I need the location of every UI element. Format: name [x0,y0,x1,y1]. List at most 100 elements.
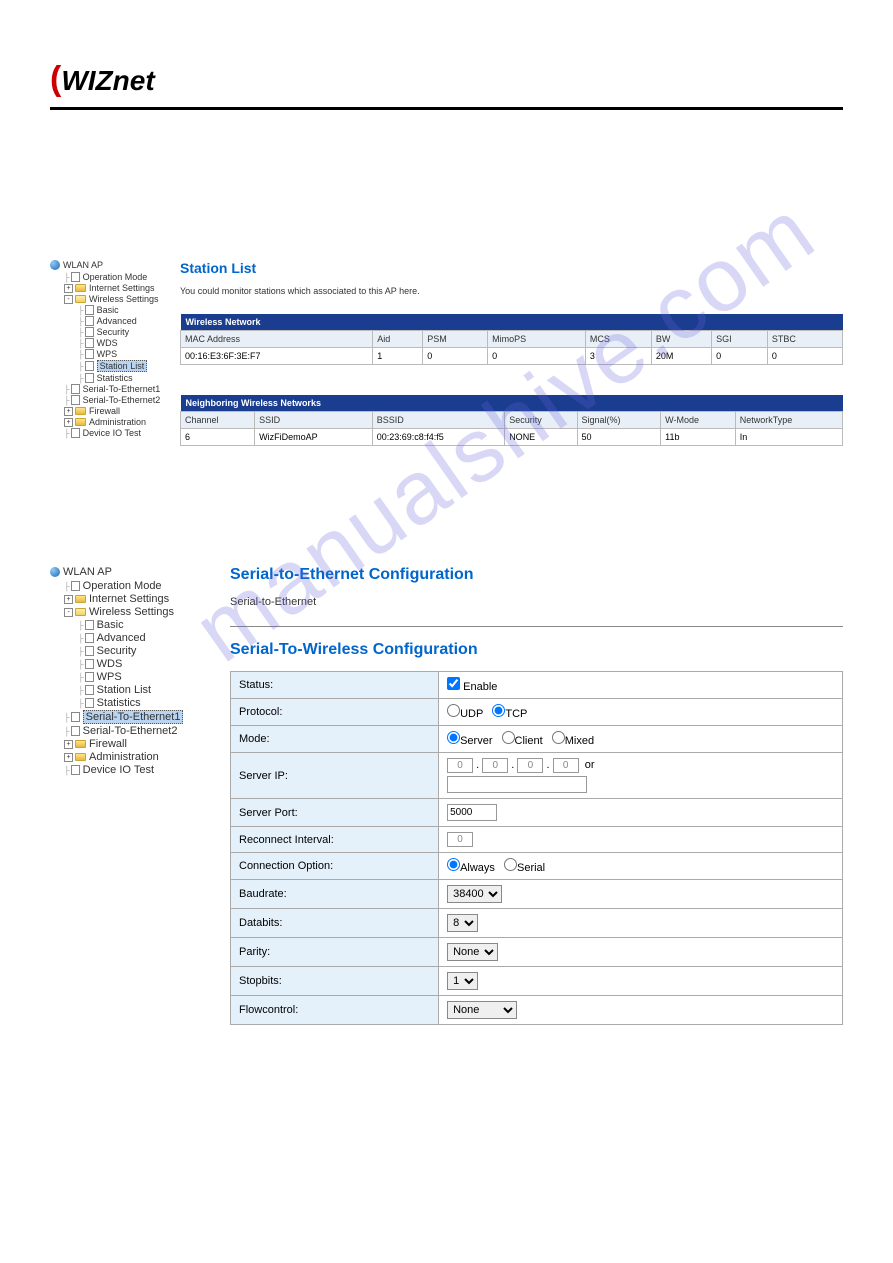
col-header: PSM [423,331,488,348]
tree-item[interactable]: + Administration [50,417,174,427]
logo: (WIZnet [50,60,843,99]
cell: 00:16:E3:6F:3E:F7 [181,348,373,365]
tree-item[interactable]: ├Statistics [50,697,220,709]
databits-select[interactable]: 8 [447,914,478,932]
tree-item[interactable]: ├Basic [50,619,220,631]
expand-icon[interactable]: + [64,418,73,427]
expand-icon[interactable]: + [64,595,73,604]
tree-connector: ├ [78,647,84,656]
tree-item[interactable]: ├Statistics [50,373,174,383]
protocol-label: Protocol: [231,699,439,726]
tree-item[interactable]: +Internet Settings [50,593,220,605]
page-icon [85,698,94,708]
baudrate-label: Baudrate: [231,880,439,909]
tree-item[interactable]: ├Device IO Test [50,764,220,776]
tree-connector: ├ [78,362,84,371]
tree-item[interactable]: -Wireless Settings [50,294,174,304]
tree-item[interactable]: ├Advanced [50,316,174,326]
tree-item[interactable]: +Firewall [50,738,220,750]
tree-item[interactable]: ├Security [50,327,174,337]
tree-item[interactable]: ├ Station List [50,360,174,372]
tree-connector: ├ [64,713,70,722]
tree-connector: ├ [78,634,84,643]
tree-item[interactable]: ├Operation Mode [50,580,220,592]
globe-icon [50,567,60,577]
flowcontrol-select[interactable]: None [447,1001,517,1019]
tree-item[interactable]: ├Operation Mode [50,272,174,282]
neighbor-table-header: Neighboring Wireless Networks [181,395,843,412]
tree-item[interactable]: ├WPS [50,349,174,359]
expand-icon[interactable]: + [64,740,73,749]
expand-icon[interactable]: + [64,753,73,762]
tree-connector: ├ [64,429,70,438]
tree-label: Administration [89,417,146,427]
tree-item[interactable]: ├WDS [50,658,220,670]
tree-item[interactable]: ├WPS [50,671,220,683]
tree-item[interactable]: +Administration [50,751,220,763]
tree-root[interactable]: WLAN AP [50,566,220,578]
col-header: MCS [585,331,651,348]
status-enable-checkbox[interactable] [447,677,460,690]
folder-icon [75,740,86,748]
tree-item[interactable]: -Wireless Settings [50,606,220,618]
tree-label: Station List [97,360,148,372]
tree-root[interactable]: WLAN AP [50,260,174,270]
stopbits-label: Stopbits: [231,967,439,996]
ip-octet-2[interactable] [482,758,508,773]
tree-item[interactable]: ├Basic [50,305,174,315]
tree-connector: ├ [78,306,84,315]
cell: WizFiDemoAP [255,429,373,446]
tree-item[interactable]: ├Serial-To-Ethernet2 [50,395,174,405]
tree-item[interactable]: ├WDS [50,338,174,348]
server-port-input[interactable] [447,804,497,821]
tree-item[interactable]: +Firewall [50,406,174,416]
folder-icon [75,595,86,603]
parity-label: Parity: [231,938,439,967]
expand-icon[interactable]: + [64,284,73,293]
tree-item[interactable]: ├Device IO Test [50,428,174,438]
page-icon [85,672,94,682]
baudrate-select[interactable]: 38400 [447,885,502,903]
folder-open-icon [75,295,86,303]
config-form: Status: Enable Protocol: UDP TCP Mode: [230,671,843,1025]
col-header: STBC [767,331,842,348]
expand-icon[interactable]: - [64,295,73,304]
tree-connector: ├ [78,339,84,348]
tree-item[interactable]: ├Serial-To-Ethernet1 [50,384,174,394]
mode-server-radio[interactable] [447,731,460,744]
page-icon [71,726,80,736]
cell: 0 [488,348,586,365]
ip-octet-3[interactable] [517,758,543,773]
mode-client-radio[interactable] [502,731,515,744]
expand-icon[interactable]: + [64,407,73,416]
tree-item[interactable]: ├Serial-To-Ethernet2 [50,725,220,737]
flowcontrol-label: Flowcontrol: [231,996,439,1025]
tree-label: Security [97,327,130,337]
tree-item[interactable]: ├ Station List [50,684,220,696]
ip-octet-1[interactable] [447,758,473,773]
protocol-tcp-radio[interactable] [492,704,505,717]
tree-label: Station List [97,684,151,696]
col-header: BW [651,331,711,348]
cell: 6 [181,429,255,446]
reconnect-input[interactable] [447,832,473,847]
parity-select[interactable]: None [447,943,498,961]
tree-connector: ├ [78,686,84,695]
tree-item[interactable]: ├ Serial-To-Ethernet1 [50,710,220,724]
mode-mixed-radio[interactable] [552,731,565,744]
tree-item[interactable]: ├Security [50,645,220,657]
tree-item[interactable]: + Internet Settings [50,283,174,293]
expand-icon[interactable]: - [64,608,73,617]
page-icon [85,659,94,669]
cell: 20M [651,348,711,365]
protocol-udp-radio[interactable] [447,704,460,717]
connection-serial-radio[interactable] [504,858,517,871]
connection-always-radio[interactable] [447,858,460,871]
tree-item[interactable]: ├Advanced [50,632,220,644]
server-ip-alt-input[interactable] [447,776,587,793]
ip-octet-4[interactable] [553,758,579,773]
folder-icon [75,418,86,426]
tree-label: Internet Settings [89,283,155,293]
tree-label: Serial-To-Ethernet1 [83,710,184,724]
stopbits-select[interactable]: 1 [447,972,478,990]
